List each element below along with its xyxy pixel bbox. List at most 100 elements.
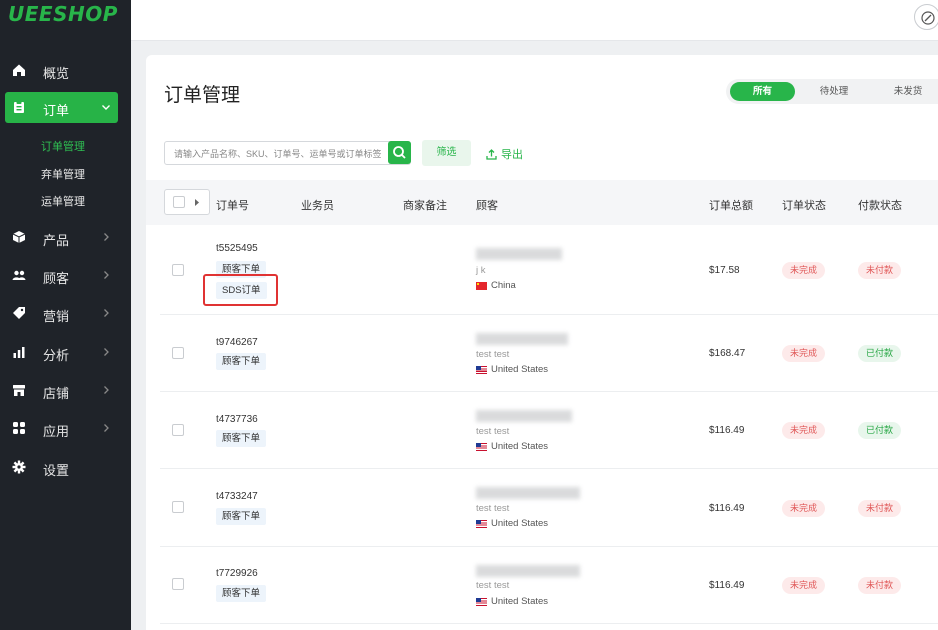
users-icon [12, 270, 26, 280]
payment-status-badge: 未付款 [858, 262, 902, 279]
sidebar-item-orders[interactable]: 订单 [0, 92, 131, 122]
row-divider [160, 623, 938, 624]
sidebar-item-apps[interactable]: 应用 [0, 413, 131, 443]
us-flag-icon [476, 519, 487, 528]
order-number-link[interactable]: t4737736 [216, 414, 258, 425]
row-checkbox[interactable] [172, 578, 184, 590]
gear-icon [12, 460, 26, 474]
column-header-total: 订单总额 [709, 200, 753, 212]
order-total: $116.49 [709, 580, 745, 591]
customer-country: United States [476, 441, 548, 452]
store-icon [13, 385, 25, 396]
sidebar-item-store[interactable]: 店铺 [0, 375, 131, 405]
payment-status-badge: 未付款 [858, 500, 902, 517]
sidebar-item-overview[interactable]: 概览 [0, 55, 131, 85]
sidebar-item-label: 概览 [43, 66, 70, 81]
order-status-badge: 未完成 [782, 262, 826, 279]
sidebar-item-label: 店铺 [43, 386, 70, 401]
sidebar-item-label: 订单 [43, 103, 70, 118]
country-label: United States [491, 441, 549, 452]
select-all-control[interactable] [164, 189, 210, 215]
sidebar-item-label: 产品 [43, 233, 70, 248]
highlight-box [203, 274, 278, 306]
order-total: $116.49 [709, 503, 745, 514]
redacted-customer-info [476, 248, 562, 260]
order-status-badge: 未完成 [782, 422, 826, 439]
china-flag-icon [476, 281, 487, 290]
sidebar-item-settings[interactable]: 设置 [0, 452, 131, 482]
upload-icon [486, 148, 497, 160]
order-number-link[interactable]: t4733247 [216, 491, 258, 502]
customer-country: China [476, 280, 516, 291]
row-checkbox[interactable] [172, 264, 184, 276]
column-header-salesperson: 业务员 [301, 200, 334, 212]
row-checkbox[interactable] [172, 347, 184, 359]
home-icon [13, 64, 25, 76]
order-tag: 顾客下单 [216, 353, 267, 370]
redacted-customer-info [476, 487, 580, 499]
row-divider [160, 391, 938, 392]
search-placeholder: 请输入产品名称、SKU、订单号、运单号或订单标签 [174, 149, 382, 159]
customer-name: j k [476, 265, 486, 276]
order-total: $168.47 [709, 348, 746, 359]
country-label: China [491, 280, 516, 291]
us-flag-icon [476, 442, 487, 451]
export-button[interactable]: 导出 [486, 146, 523, 162]
chevron-right-icon [104, 233, 109, 241]
sidebar-subitem-order-management[interactable]: 订单管理 [41, 138, 85, 154]
customer-name: test test [476, 503, 510, 514]
customer-name: test test [476, 349, 510, 360]
order-number-link[interactable]: t9746267 [216, 337, 258, 348]
row-checkbox[interactable] [172, 501, 184, 513]
payment-status-badge: 未付款 [858, 577, 902, 594]
sidebar-item-marketing[interactable]: 营销 [0, 298, 131, 328]
sidebar-item-analytics[interactable]: 分析 [0, 337, 131, 367]
country-label: United States [491, 364, 549, 375]
chevron-right-icon [104, 348, 109, 356]
redacted-customer-info [476, 410, 572, 422]
app-logo[interactable]: UEESHOP [8, 2, 118, 26]
column-header-customer: 顾客 [476, 200, 498, 212]
country-label: United States [491, 518, 549, 529]
tag-icon [13, 307, 25, 319]
sidebar-item-products[interactable]: 产品 [0, 222, 131, 252]
sidebar: UEESHOP 概览 订单 订单管理 弃单管理 运单管理 产品 顾客 营销 分析… [0, 0, 131, 630]
chevron-down-icon [102, 105, 110, 110]
tab-pending[interactable]: 待处理 [806, 82, 862, 101]
chevron-right-icon [104, 271, 109, 279]
bar-chart-icon [13, 347, 25, 358]
order-status-badge: 未完成 [782, 577, 826, 594]
us-flag-icon [476, 597, 487, 606]
customer-name: test test [476, 580, 510, 591]
edit-icon[interactable] [914, 4, 938, 30]
sidebar-item-customers[interactable]: 顾客 [0, 260, 131, 290]
box-icon [12, 231, 26, 243]
order-number-link[interactable]: t7729926 [216, 568, 258, 579]
row-checkbox[interactable] [172, 424, 184, 436]
search-icon [393, 146, 406, 159]
sidebar-subitem-abandoned-orders[interactable]: 弃单管理 [41, 166, 85, 182]
sidebar-subitem-shipping[interactable]: 运单管理 [41, 193, 85, 209]
order-total: $17.58 [709, 265, 740, 276]
order-number-link[interactable]: t5525495 [216, 243, 258, 254]
select-all-checkbox[interactable] [173, 196, 185, 208]
order-tag: 顾客下单 [216, 585, 267, 602]
order-status-badge: 未完成 [782, 500, 826, 517]
customer-country: United States [476, 596, 548, 607]
filter-button[interactable]: 筛选 [422, 140, 471, 166]
row-divider [160, 314, 938, 315]
tab-all[interactable]: 所有 [730, 82, 795, 101]
customer-country: United States [476, 364, 548, 375]
row-divider [160, 546, 938, 547]
search-input[interactable]: 请输入产品名称、SKU、订单号、运单号或订单标签 [164, 141, 411, 165]
payment-status-badge: 已付款 [858, 422, 902, 439]
search-button[interactable] [388, 141, 411, 164]
column-header-payment-status: 付款状态 [858, 200, 902, 212]
tab-unshipped[interactable]: 未发货 [880, 82, 936, 101]
page-title: 订单管理 [164, 85, 241, 106]
redacted-customer-info [476, 565, 580, 577]
export-label: 导出 [501, 149, 523, 161]
customer-country: United States [476, 518, 548, 529]
order-total: $116.49 [709, 425, 745, 436]
redacted-customer-info [476, 333, 568, 345]
